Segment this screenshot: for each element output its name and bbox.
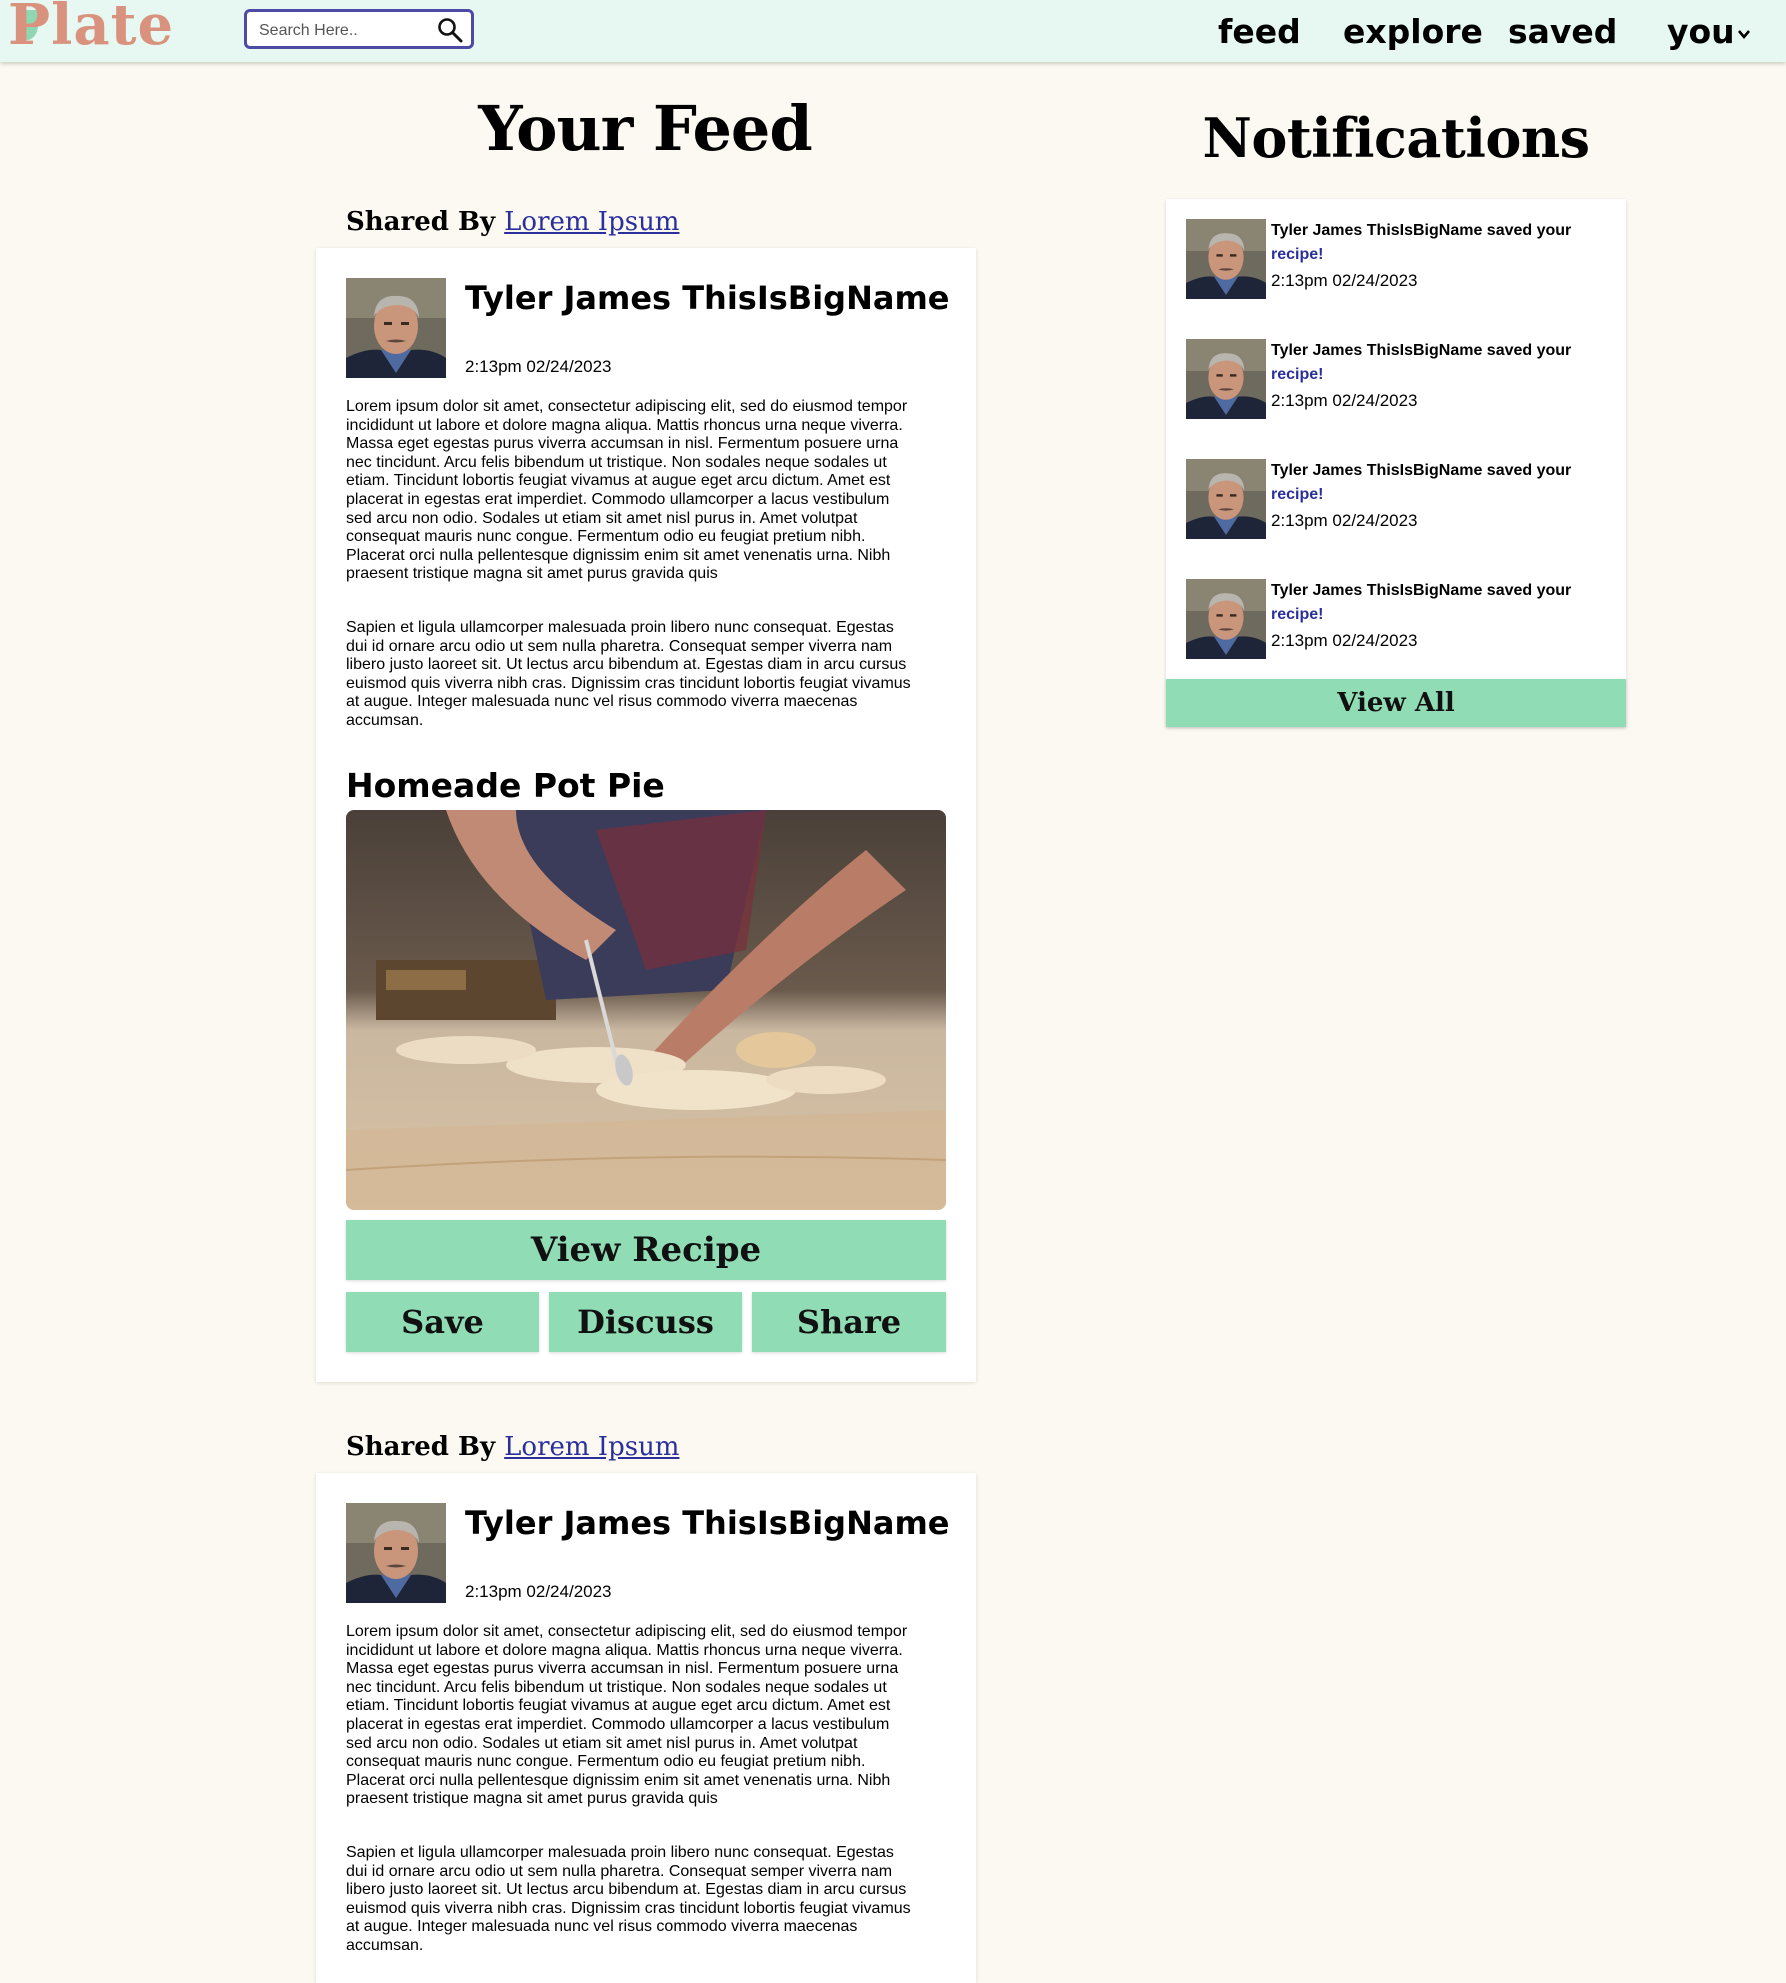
recipe-link[interactable]: recipe! <box>1271 366 1323 383</box>
avatar <box>1186 339 1266 419</box>
save-button[interactable]: Save <box>346 1292 539 1352</box>
notification-text: Tyler James ThisIsBigName saved your reci… <box>1271 459 1601 507</box>
notification-time: 2:13pm 02/24/2023 <box>1271 391 1418 410</box>
share-button[interactable]: Share <box>752 1292 946 1352</box>
chevron-down-icon <box>1737 30 1750 40</box>
recipe-title: Homeade Pot Pie <box>346 766 665 805</box>
post-author[interactable]: Tyler James ThisIsBigName <box>465 1503 949 1543</box>
post-body-paragraph: Sapien et ligula ullamcorper malesuada p… <box>346 619 911 729</box>
notification-text: Tyler James ThisIsBigName saved your reci… <box>1271 339 1601 387</box>
view-all-button[interactable]: View All <box>1166 679 1626 727</box>
shared-by-label: Shared By <box>346 207 496 237</box>
avatar[interactable] <box>346 1503 446 1603</box>
search-input[interactable] <box>257 20 431 42</box>
top-navbar: Plate feed explore saved you <box>0 0 1786 62</box>
notifications-title: Notifications <box>1202 106 1590 170</box>
post-timestamp: 2:13pm 02/24/2023 <box>465 1582 612 1601</box>
avatar <box>1186 459 1266 539</box>
shared-by-line: Shared By Lorem Ipsum <box>346 1431 679 1463</box>
nav-feed[interactable]: feed <box>1218 10 1301 54</box>
notification-message: Tyler James ThisIsBigName saved your <box>1271 582 1572 599</box>
discuss-button[interactable]: Discuss <box>549 1292 742 1352</box>
notification-message: Tyler James ThisIsBigName saved your <box>1271 222 1572 239</box>
shared-by-line: Shared By Lorem Ipsum <box>346 206 679 238</box>
notification-item[interactable]: Tyler James ThisIsBigName saved your reci… <box>1186 459 1606 541</box>
notification-text: Tyler James ThisIsBigName saved your reci… <box>1271 219 1601 267</box>
search-icon[interactable] <box>437 17 463 43</box>
search-box <box>244 9 474 49</box>
nav-explore[interactable]: explore <box>1343 10 1483 54</box>
recipe-link[interactable]: recipe! <box>1271 486 1323 503</box>
recipe-photo[interactable] <box>346 810 946 1210</box>
notification-time: 2:13pm 02/24/2023 <box>1271 631 1418 650</box>
notification-time: 2:13pm 02/24/2023 <box>1271 271 1418 290</box>
logo-text: Plate <box>8 0 175 58</box>
post-body-paragraph: Sapien et ligula ullamcorper malesuada p… <box>346 1844 911 1954</box>
avatar <box>1186 219 1266 299</box>
recipe-link[interactable]: recipe! <box>1271 246 1323 263</box>
recipe-link[interactable]: recipe! <box>1271 606 1323 623</box>
notification-text: Tyler James ThisIsBigName saved your reci… <box>1271 579 1601 627</box>
avatar <box>1186 579 1266 659</box>
plate-logo[interactable]: Plate <box>8 0 174 56</box>
avatar[interactable] <box>346 278 446 378</box>
shared-by-link[interactable]: Lorem Ipsum <box>504 207 679 237</box>
notification-item[interactable]: Tyler James ThisIsBigName saved your reci… <box>1186 219 1606 301</box>
post-body-paragraph: Lorem ipsum dolor sit amet, consectetur … <box>346 1623 908 1808</box>
notification-item[interactable]: Tyler James ThisIsBigName saved your reci… <box>1186 579 1606 661</box>
nav-saved[interactable]: saved <box>1508 10 1617 54</box>
post-body-paragraph: Lorem ipsum dolor sit amet, consectetur … <box>346 398 908 583</box>
feed-title: Your Feed <box>478 92 812 165</box>
notification-time: 2:13pm 02/24/2023 <box>1271 511 1418 530</box>
post-author[interactable]: Tyler James ThisIsBigName <box>465 278 949 318</box>
notifications-panel: Tyler James ThisIsBigName saved your reci… <box>1166 199 1626 727</box>
post-card: Tyler James ThisIsBigName 2:13pm 02/24/2… <box>316 1473 976 1983</box>
post-card: Tyler James ThisIsBigName 2:13pm 02/24/2… <box>316 248 976 1382</box>
shared-by-label: Shared By <box>346 1432 496 1462</box>
nav-you-label: you <box>1667 12 1735 51</box>
notification-message: Tyler James ThisIsBigName saved your <box>1271 342 1572 359</box>
notification-item[interactable]: Tyler James ThisIsBigName saved your reci… <box>1186 339 1606 421</box>
notification-message: Tyler James ThisIsBigName saved your <box>1271 462 1572 479</box>
nav-you[interactable]: you <box>1667 10 1751 54</box>
post-timestamp: 2:13pm 02/24/2023 <box>465 357 612 376</box>
view-recipe-button[interactable]: View Recipe <box>346 1220 946 1280</box>
shared-by-link[interactable]: Lorem Ipsum <box>504 1432 679 1462</box>
